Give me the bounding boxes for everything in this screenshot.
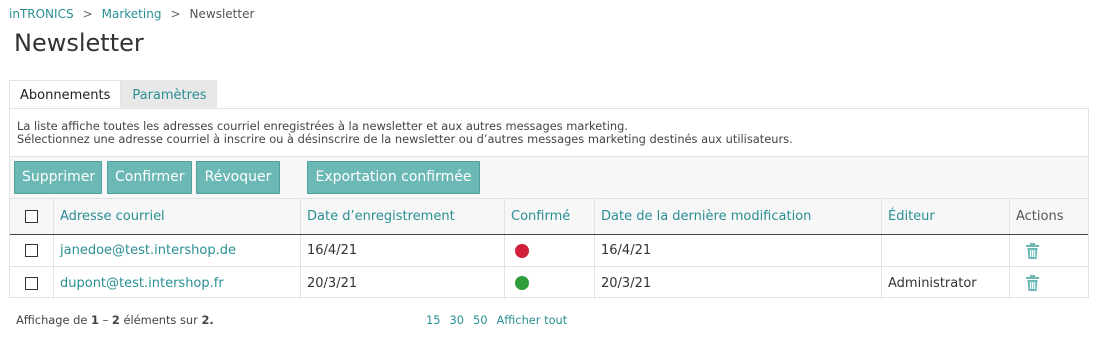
header-editor[interactable]: Éditeur xyxy=(888,209,935,224)
table-row: janedoe@test.intershop.de 16/4/21 16/4/2… xyxy=(10,235,1088,267)
header-email-cell: Adresse courriel xyxy=(53,199,300,234)
result-count-to: 2 xyxy=(111,313,120,327)
page-size-50[interactable]: 50 xyxy=(473,313,488,327)
status-confirmed-icon xyxy=(515,276,529,290)
email-cell: dupont@test.intershop.fr xyxy=(53,267,300,299)
show-all-link[interactable]: Afficher tout xyxy=(497,313,568,327)
page-size-selector: 15 30 50 Afficher tout xyxy=(426,313,567,327)
delete-button[interactable]: Supprimer xyxy=(14,161,102,194)
result-count-from: 1 xyxy=(91,313,99,327)
breadcrumb-link-marketing[interactable]: Marketing xyxy=(102,7,162,21)
tab-bar: Abonnements Paramètres xyxy=(9,80,218,109)
breadcrumb-separator: > xyxy=(82,7,93,21)
result-count: Affichage de 1 – 2 éléments sur 2. xyxy=(16,313,214,327)
registered-date: 20/3/21 xyxy=(300,267,504,299)
tab-abonnements[interactable]: Abonnements xyxy=(9,80,122,109)
header-confirmed[interactable]: Confirmé xyxy=(511,209,570,224)
email-link[interactable]: dupont@test.intershop.fr xyxy=(60,276,224,291)
page-size-30[interactable]: 30 xyxy=(450,313,465,327)
registered-date: 16/4/21 xyxy=(300,235,504,266)
row-select-cell xyxy=(10,267,53,299)
trash-icon[interactable] xyxy=(1026,242,1039,259)
email-link[interactable]: janedoe@test.intershop.de xyxy=(60,243,236,258)
editor-cell xyxy=(881,235,1009,266)
subscriptions-panel: La liste affiche toutes les adresses cou… xyxy=(9,108,1089,299)
actions-cell xyxy=(1009,235,1088,266)
breadcrumb: inTRONICS > Marketing > Newsletter xyxy=(9,7,254,21)
breadcrumb-separator: > xyxy=(170,7,181,21)
header-confirmed-cell: Confirmé xyxy=(504,199,594,234)
row-checkbox[interactable] xyxy=(25,276,38,290)
tab-parametres[interactable]: Paramètres xyxy=(121,80,218,109)
header-registered-cell: Date d’enregistrement xyxy=(300,199,504,234)
page-size-15[interactable]: 15 xyxy=(426,313,441,327)
trash-icon[interactable] xyxy=(1026,275,1039,291)
email-cell: janedoe@test.intershop.de xyxy=(53,235,300,266)
header-modified-date[interactable]: Date de la dernière modification xyxy=(601,209,811,224)
revoke-button[interactable]: Révoquer xyxy=(196,161,280,194)
result-count-dash: – xyxy=(102,313,109,327)
table-header-row: Adresse courriel Date d’enregistrement C… xyxy=(10,198,1088,235)
editor-cell: Administrator xyxy=(881,267,1009,299)
row-select-cell xyxy=(10,235,53,266)
table-row: dupont@test.intershop.fr 20/3/21 20/3/21… xyxy=(10,267,1088,299)
modified-date: 20/3/21 xyxy=(594,267,881,299)
select-all-checkbox[interactable] xyxy=(25,210,38,223)
header-editor-cell: Éditeur xyxy=(881,199,1009,234)
breadcrumb-current: Newsletter xyxy=(189,7,255,21)
row-checkbox[interactable] xyxy=(25,244,38,257)
status-unconfirmed-icon xyxy=(515,243,529,258)
actions-cell xyxy=(1009,267,1088,299)
breadcrumb-link-intronics[interactable]: inTRONICS xyxy=(9,7,74,21)
result-count-total: 2. xyxy=(201,313,214,327)
confirm-button[interactable]: Confirmer xyxy=(107,161,192,194)
info-line-2: Sélectionnez une adresse courriel à insc… xyxy=(17,132,793,146)
header-email[interactable]: Adresse courriel xyxy=(60,209,165,224)
page-title: Newsletter xyxy=(14,29,144,57)
confirmed-cell xyxy=(504,235,594,266)
export-confirmed-button[interactable]: Exportation confirmée xyxy=(307,161,480,194)
header-registered-date[interactable]: Date d’enregistrement xyxy=(307,209,455,224)
result-count-middle: éléments sur xyxy=(123,313,198,327)
modified-date: 16/4/21 xyxy=(594,235,881,266)
header-actions: Actions xyxy=(1016,209,1064,224)
header-modified-cell: Date de la dernière modification xyxy=(594,199,881,234)
result-count-prefix: Affichage de xyxy=(16,313,88,327)
confirmed-cell xyxy=(504,267,594,299)
select-all-cell xyxy=(10,199,53,234)
action-toolbar: Supprimer Confirmer Révoquer Exportation… xyxy=(10,156,1088,198)
header-actions-cell: Actions xyxy=(1009,199,1088,234)
info-text: La liste affiche toutes les adresses cou… xyxy=(17,120,793,146)
